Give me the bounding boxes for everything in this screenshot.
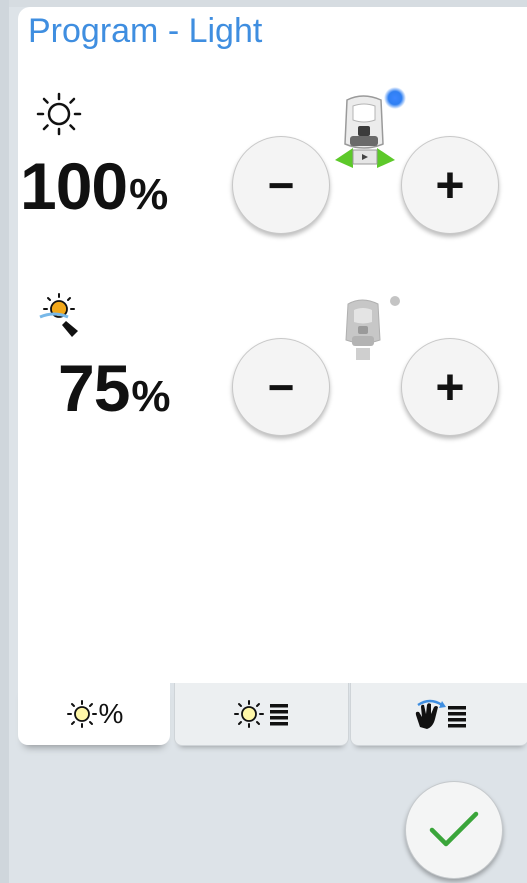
sun-percent-icon (66, 700, 97, 728)
lamp-active-icon (335, 87, 406, 168)
main-light-value: 100 (20, 149, 128, 223)
ambient-light-increase-button[interactable]: + (401, 338, 499, 436)
ambient-light-decrease-button[interactable]: − (232, 338, 330, 436)
page-title: Program - Light (28, 12, 263, 50)
sun-dimmer-icon (39, 293, 78, 337)
main-light-percentage: 100% (20, 148, 168, 224)
left-border (0, 0, 9, 883)
lamp-inactive-icon (345, 296, 400, 360)
checkmark-icon (429, 811, 479, 847)
tab-percent-label: % (98, 698, 124, 729)
sun-list-icon (233, 700, 288, 728)
tab-light-percent[interactable]: % (18, 683, 170, 745)
minus-icon: − (267, 159, 295, 211)
gesture-list-icon (415, 699, 466, 729)
tab-gesture-list[interactable] (350, 683, 527, 746)
tab-light-list[interactable] (174, 683, 349, 746)
confirm-button[interactable] (405, 781, 503, 879)
top-border (0, 0, 527, 7)
plus-icon: + (435, 157, 465, 213)
main-light-increase-button[interactable]: + (401, 136, 499, 234)
ambient-light-percentage: 75% (58, 350, 171, 426)
ambient-light-unit: % (131, 372, 170, 421)
sun-outline-icon (36, 92, 82, 136)
plus-icon: + (435, 359, 465, 415)
main-light-unit: % (129, 170, 168, 219)
minus-icon: − (267, 361, 295, 413)
ambient-light-value: 75 (58, 351, 130, 425)
main-light-decrease-button[interactable]: − (232, 136, 330, 234)
